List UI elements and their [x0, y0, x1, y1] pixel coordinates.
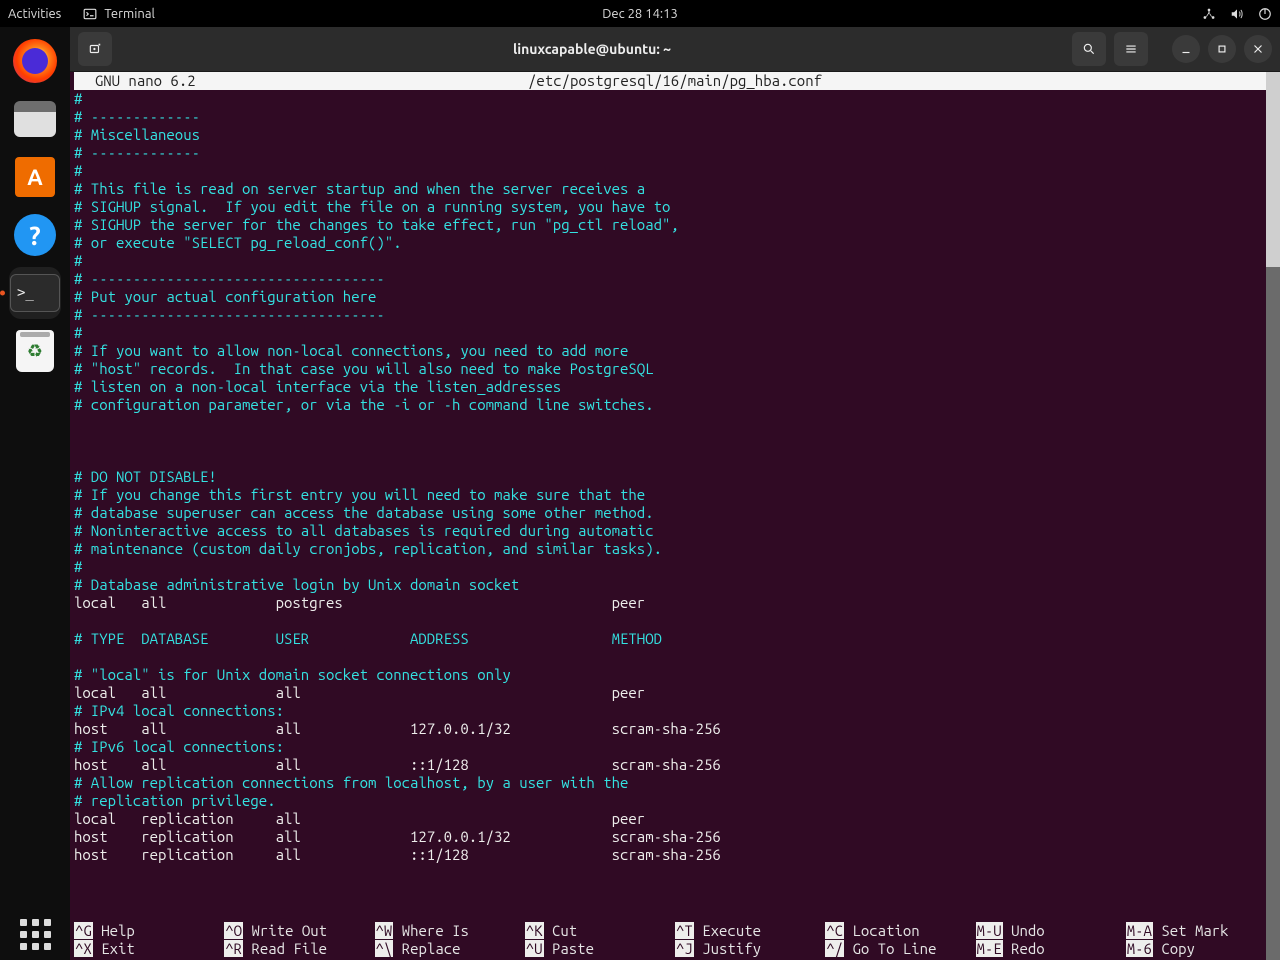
software-icon [15, 157, 55, 197]
new-tab-icon [88, 42, 102, 56]
trash-icon [16, 330, 54, 372]
hamburger-icon [1124, 42, 1138, 56]
nano-status-bar: GNU nano 6.2 /etc/postgresql/16/main/pg_… [74, 72, 1278, 90]
help-icon: ? [14, 214, 56, 256]
terminal-icon [83, 7, 97, 21]
scrollbar[interactable] [1266, 72, 1280, 960]
dock: ? >_ [0, 27, 70, 960]
power-icon[interactable] [1258, 7, 1272, 21]
minimize-button[interactable] [1172, 35, 1200, 63]
dock-terminal[interactable]: >_ [9, 267, 61, 319]
firefox-icon [13, 39, 57, 83]
maximize-icon [1215, 42, 1229, 56]
new-tab-button[interactable] [78, 32, 112, 66]
scrollbar-thumb[interactable] [1266, 72, 1280, 267]
apps-grid-icon [20, 919, 51, 950]
close-button[interactable] [1244, 35, 1272, 63]
dock-firefox[interactable] [9, 35, 61, 87]
gnome-topbar: Activities Terminal Dec 28 14:13 [0, 0, 1280, 27]
app-menu-label: Terminal [104, 7, 155, 21]
menu-button[interactable] [1114, 32, 1148, 66]
show-applications[interactable] [0, 919, 70, 950]
search-button[interactable] [1072, 32, 1106, 66]
dock-trash[interactable] [9, 325, 61, 377]
dock-help[interactable]: ? [9, 209, 61, 261]
terminal-body[interactable]: GNU nano 6.2 /etc/postgresql/16/main/pg_… [70, 72, 1280, 960]
files-icon [14, 101, 56, 137]
terminal-app-icon: >_ [10, 274, 60, 312]
terminal-titlebar: linuxcapable@ubuntu: ~ [70, 27, 1280, 72]
nano-app-name: GNU nano 6.2 [95, 72, 196, 89]
editor-content[interactable]: # # ------------- # Miscellaneous # ----… [74, 90, 1278, 864]
nano-shortcut-bar: ^G Help^O Write Out^W Where Is^K Cut^T E… [74, 922, 1276, 958]
clock[interactable]: Dec 28 14:13 [602, 7, 678, 21]
network-icon[interactable] [1202, 7, 1216, 21]
maximize-button[interactable] [1208, 35, 1236, 63]
close-icon [1251, 42, 1265, 56]
minimize-icon [1179, 42, 1193, 56]
terminal-window: linuxcapable@ubuntu: ~ GNU nano 6.2 /etc… [70, 27, 1280, 960]
dock-files[interactable] [9, 93, 61, 145]
window-title: linuxcapable@ubuntu: ~ [120, 41, 1064, 57]
volume-icon[interactable] [1230, 7, 1244, 21]
app-menu[interactable]: Terminal [83, 7, 155, 21]
nano-file-path: /etc/postgresql/16/main/pg_hba.conf [528, 72, 822, 90]
search-icon [1082, 42, 1096, 56]
dock-software[interactable] [9, 151, 61, 203]
activities-button[interactable]: Activities [8, 7, 61, 21]
